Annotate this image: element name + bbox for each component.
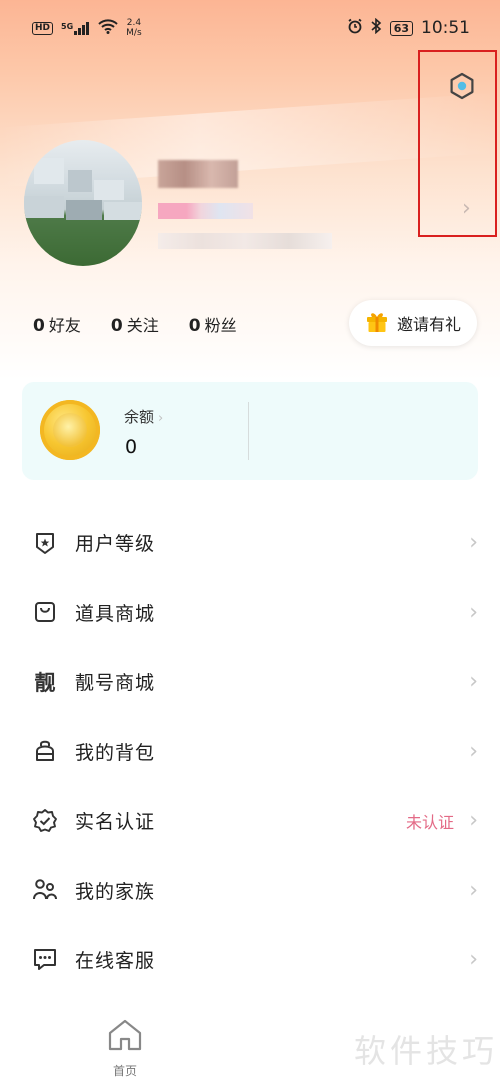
user-tags-blurred [158, 203, 253, 219]
stat-count: 0 [110, 316, 123, 336]
menu-label: 我的家族 [75, 880, 156, 903]
user-id-blurred [158, 233, 332, 249]
balance-label[interactable]: 余额 › [124, 406, 163, 427]
stat-label: 关注 [126, 316, 159, 335]
status-bar: HD 5G 2.4 M/s 63 10:51 [0, 0, 500, 56]
network-speed: 2.4 M/s [126, 18, 142, 38]
stat-following[interactable]: 0 关注 [111, 312, 159, 336]
gift-icon [365, 309, 389, 337]
stat-count: 0 [188, 316, 201, 336]
backpack-icon [32, 738, 58, 764]
bluetooth-icon [371, 17, 382, 38]
chevron-right-icon: › [469, 808, 478, 834]
speed-value: 2.4 [126, 18, 142, 28]
invite-label: 邀请有礼 [396, 315, 461, 334]
clock: 10:51 [421, 18, 470, 38]
menu-item-user-level[interactable]: 用户等级 › [0, 508, 500, 578]
verification-status: 未认证 [405, 812, 454, 832]
balance-label-text: 余额 [124, 408, 155, 426]
chevron-right-icon: › [469, 530, 478, 556]
menu-item-item-shop[interactable]: 道具商城 › [0, 578, 500, 648]
stat-count: 0 [33, 316, 45, 336]
chevron-right-icon: › [469, 599, 478, 625]
chat-icon [32, 947, 58, 973]
stat-friends[interactable]: 0 好友 [33, 312, 81, 336]
coin-icon [40, 400, 100, 460]
chevron-right-icon: › [469, 947, 478, 973]
chevron-right-icon: › [469, 877, 478, 903]
chevron-right-icon: › [469, 738, 478, 764]
alarm-icon [347, 18, 363, 38]
highlight-annotation-box [418, 50, 497, 237]
signal-icon: 5G [61, 21, 90, 35]
menu-label: 实名认证 [75, 811, 156, 834]
speed-unit: M/s [126, 28, 142, 38]
username-blurred [158, 160, 238, 188]
balance-value: 0 [125, 436, 138, 458]
menu-list: 用户等级 › 道具商城 › 靓 靓号商城 › 我的背包 › 实名认证 未认证 ›… [0, 508, 500, 995]
menu-item-real-name-verification[interactable]: 实名认证 未认证 › [0, 786, 500, 856]
shield-star-icon [32, 530, 58, 556]
battery-indicator: 63 [389, 20, 413, 36]
wifi-icon [98, 18, 118, 38]
stat-fans[interactable]: 0 粉丝 [189, 312, 237, 336]
menu-label: 我的背包 [75, 741, 156, 764]
menu-label: 用户等级 [75, 533, 156, 556]
menu-item-vanity-id-shop[interactable]: 靓 靓号商城 › [0, 647, 500, 717]
menu-label: 在线客服 [75, 950, 156, 973]
stat-label: 粉丝 [204, 316, 237, 335]
avatar[interactable] [24, 140, 142, 266]
liang-glyph-icon: 靓 [34, 670, 56, 695]
menu-item-customer-service[interactable]: 在线客服 › [0, 925, 500, 995]
balance-card[interactable]: 余额 › 0 [22, 382, 478, 480]
shopping-bag-icon [32, 599, 58, 625]
home-icon [107, 1018, 143, 1056]
menu-item-backpack[interactable]: 我的背包 › [0, 717, 500, 787]
social-stats: 0 好友 0 关注 0 粉丝 [33, 312, 237, 336]
chevron-right-icon: › [469, 669, 478, 695]
stat-label: 好友 [48, 316, 81, 335]
family-icon [32, 877, 58, 903]
watermark: 软件技巧 [354, 1032, 499, 1070]
chevron-right-icon: › [158, 411, 164, 426]
verified-badge-icon [32, 808, 58, 834]
divider [248, 402, 249, 460]
signal-label: 5G [61, 21, 74, 31]
nav-home-label: 首页 [112, 1064, 137, 1078]
profile-chevron-icon[interactable]: › [462, 196, 471, 221]
menu-label: 道具商城 [75, 602, 156, 625]
menu-item-my-family[interactable]: 我的家族 › [0, 856, 500, 926]
invite-button[interactable]: 邀请有礼 [349, 300, 477, 346]
hd-badge: HD [32, 21, 54, 35]
nav-home[interactable]: 首页 [90, 1018, 160, 1080]
menu-label: 靓号商城 [75, 672, 156, 695]
